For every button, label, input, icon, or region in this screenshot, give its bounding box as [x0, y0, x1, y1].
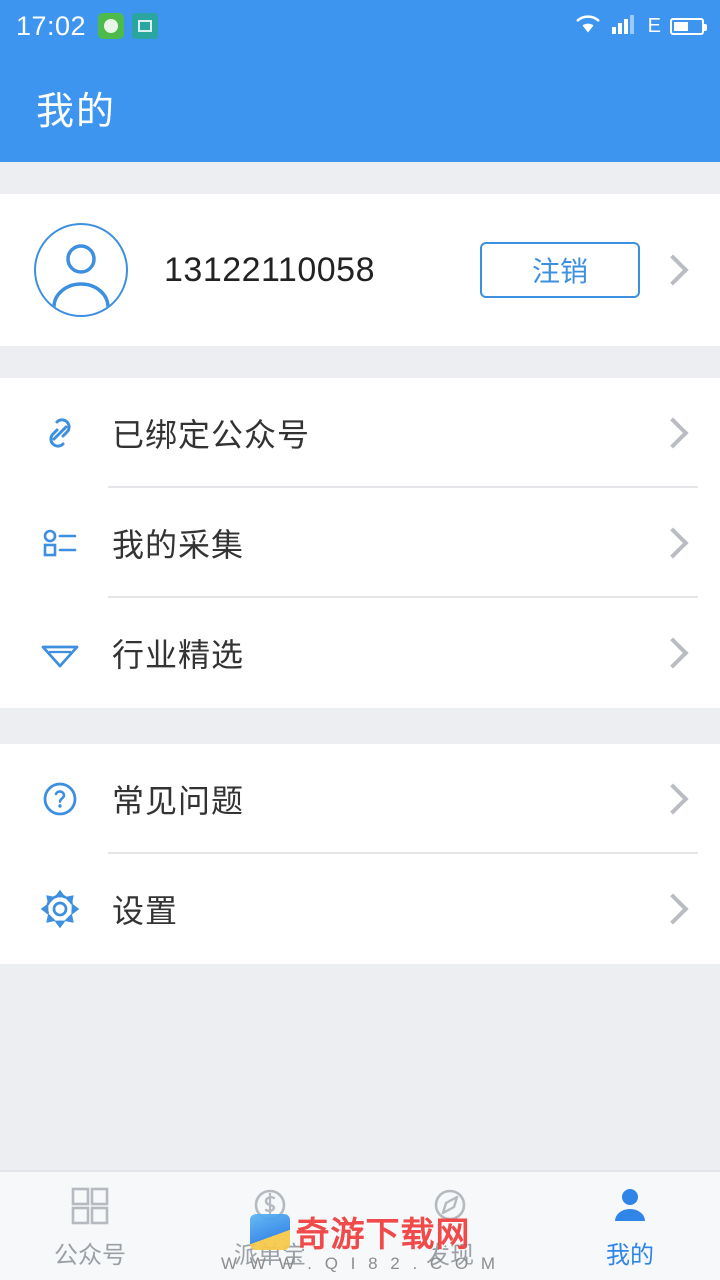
menu-item-label: 已绑定公众号: [112, 417, 311, 453]
status-bar: 17:02 E: [0, 0, 720, 52]
menu-item-industry-selection[interactable]: 行业精选: [0, 598, 720, 708]
money-icon: [248, 1183, 292, 1229]
spacer: [0, 708, 720, 744]
grid-icon: [68, 1183, 112, 1229]
spacer: [0, 162, 720, 194]
menu-item-bound-official-account[interactable]: 已绑定公众号: [0, 378, 720, 488]
menu-group-1: 已绑定公众号 我的采集 行业精选: [0, 378, 720, 708]
link-icon: [32, 405, 88, 461]
app-screen: 17:02 E 我的 13122110058 注销 已绑定公众号 我的采集 行业…: [0, 0, 720, 1280]
menu-group-2: 常见问题 设置: [0, 744, 720, 964]
tab-discover[interactable]: 发现: [360, 1172, 540, 1280]
bottom-tab-bar: 公众号 派单宝 发现 我的: [0, 1170, 720, 1280]
menu-item-label: 行业精选: [112, 637, 245, 673]
diamond-icon: [32, 625, 88, 681]
status-right-icons: E: [574, 13, 707, 40]
main-content: 13122110058 注销 已绑定公众号 我的采集 行业精选 常见问题 设置: [0, 162, 720, 1170]
user-phone-number: 13122110058: [164, 250, 375, 289]
user-avatar-icon: [34, 223, 128, 317]
collection-icon: [32, 515, 88, 571]
tab-mine[interactable]: 我的: [540, 1172, 720, 1280]
chevron-right-icon: [657, 417, 689, 449]
status-left-icons: [98, 13, 159, 39]
page-title: 我的: [36, 90, 117, 133]
status-time: 17:02: [16, 10, 87, 41]
signal-icon: [611, 13, 639, 40]
battery-icon: [670, 17, 707, 35]
menu-item-my-collection[interactable]: 我的采集: [0, 488, 720, 598]
menu-item-faq[interactable]: 常见问题: [0, 744, 720, 854]
green-app-icon: [98, 13, 125, 39]
menu-item-label: 常见问题: [112, 783, 245, 819]
wifi-icon: [574, 13, 602, 40]
menu-item-label: 我的采集: [112, 527, 245, 563]
tab-label: 发现: [426, 1241, 474, 1269]
chevron-right-icon: [657, 254, 689, 286]
spacer: [0, 346, 720, 378]
chevron-right-icon: [657, 783, 689, 815]
tab-label: 派单宝: [234, 1241, 306, 1269]
tab-dispatch[interactable]: 派单宝: [180, 1172, 360, 1280]
page-header: 我的: [0, 52, 720, 162]
chevron-right-icon: [657, 893, 689, 925]
network-type-label: E: [647, 14, 661, 37]
question-circle-icon: [32, 771, 88, 827]
person-icon: [608, 1183, 652, 1229]
chevron-right-icon: [657, 527, 689, 559]
compass-icon: [428, 1183, 472, 1229]
chevron-right-icon: [657, 637, 689, 669]
menu-item-settings[interactable]: 设置: [0, 854, 720, 964]
tab-official-account[interactable]: 公众号: [0, 1172, 180, 1280]
tab-label: 公众号: [54, 1241, 126, 1269]
gear-icon: [32, 881, 88, 937]
tab-label: 我的: [606, 1241, 654, 1269]
profile-row[interactable]: 13122110058 注销: [0, 194, 720, 346]
profile-card: 13122110058 注销: [0, 194, 720, 346]
logout-button[interactable]: 注销: [480, 242, 640, 298]
teal-app-icon: [132, 13, 159, 39]
menu-item-label: 设置: [112, 893, 179, 929]
